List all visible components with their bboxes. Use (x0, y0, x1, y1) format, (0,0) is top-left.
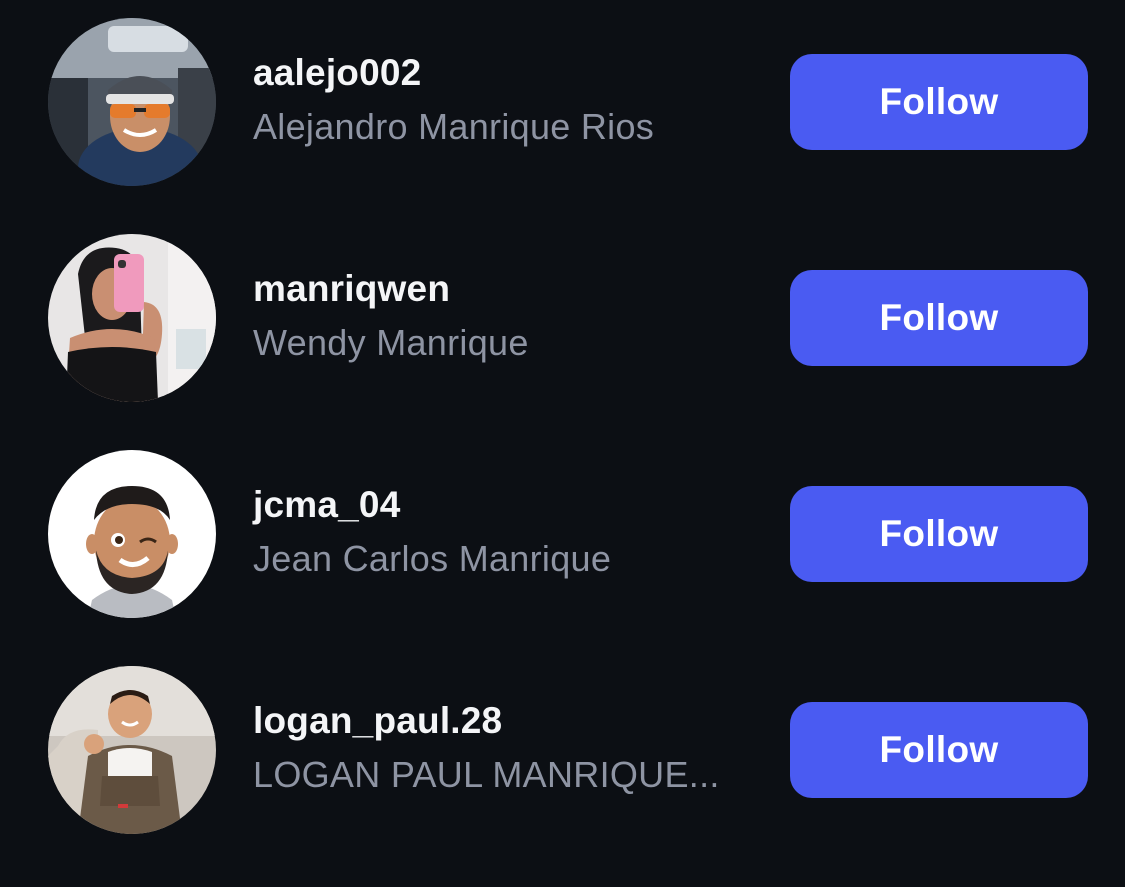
avatar[interactable] (48, 18, 216, 186)
list-item[interactable]: logan_paul.28 LOGAN PAUL MANRIQUE... Fol… (0, 666, 1125, 836)
list-item[interactable]: aalejo002 Alejandro Manrique Rios Follow (0, 18, 1125, 188)
user-photo-icon (48, 666, 216, 834)
follow-button[interactable]: Follow (790, 486, 1088, 582)
follow-button[interactable]: Follow (790, 702, 1088, 798)
memoji-icon (48, 450, 216, 618)
username[interactable]: aalejo002 (253, 52, 421, 94)
username[interactable]: logan_paul.28 (253, 700, 502, 742)
full-name: LOGAN PAUL MANRIQUE... (253, 754, 720, 795)
list-item[interactable]: manriqwen Wendy Manrique Follow (0, 234, 1125, 404)
user-photo-icon (48, 234, 216, 402)
avatar[interactable] (48, 234, 216, 402)
username[interactable]: jcma_04 (253, 484, 400, 526)
follow-button[interactable]: Follow (790, 270, 1088, 366)
avatar[interactable] (48, 450, 216, 618)
full-name: Wendy Manrique (253, 322, 529, 363)
user-photo-icon (48, 18, 216, 186)
follow-button[interactable]: Follow (790, 54, 1088, 150)
avatar[interactable] (48, 666, 216, 834)
username[interactable]: manriqwen (253, 268, 450, 310)
full-name: Alejandro Manrique Rios (253, 106, 655, 147)
full-name: Jean Carlos Manrique (253, 538, 612, 579)
suggested-accounts-list: aalejo002 Alejandro Manrique Rios Follow… (0, 0, 1125, 887)
list-item[interactable]: jcma_04 Jean Carlos Manrique Follow (0, 450, 1125, 620)
